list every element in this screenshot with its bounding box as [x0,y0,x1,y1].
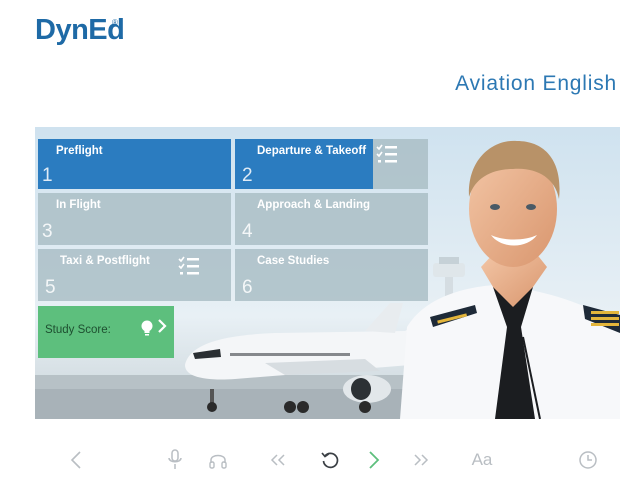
rewind-icon[interactable] [266,448,290,472]
module-tile-departure-takeoff[interactable]: Departure & Takeoff 2 [235,139,428,189]
module-number: 5 [45,277,56,298]
module-label: Approach & Landing [257,199,371,211]
logo-text: DynEd [35,14,125,46]
font-size-label: Aa [471,450,493,469]
registered-mark: ® [112,18,118,27]
module-label: Taxi & Postflight [60,255,150,267]
lightbulb-icon [141,320,153,343]
module-tile-in-flight[interactable]: In Flight 3 [38,193,231,245]
fast-forward-icon[interactable] [409,448,433,472]
module-tile-approach-landing[interactable]: Approach & Landing 4 [235,193,428,245]
module-label: Case Studies [257,255,330,267]
module-label: Departure & Takeoff [257,145,367,157]
study-score-label: Study Score: [45,324,111,336]
module-number: 3 [42,221,53,242]
headphones-icon[interactable] [206,448,230,472]
study-score-button[interactable]: Study Score: [38,306,174,358]
checklist-icon [178,256,200,276]
replay-icon[interactable] [318,448,342,472]
module-tile-taxi-postflight[interactable]: Taxi & Postflight 5 [38,249,231,301]
module-number: 4 [242,221,253,242]
module-number: 6 [242,277,253,298]
back-icon[interactable] [64,448,88,472]
font-size-icon[interactable]: Aa [466,448,498,472]
module-label: Preflight [56,145,103,157]
module-number: 1 [42,165,53,186]
module-tile-case-studies[interactable]: Case Studies 6 [235,249,428,301]
module-label: In Flight [56,199,101,211]
module-number: 2 [242,165,253,186]
microphone-icon[interactable] [163,448,187,472]
course-title: Aviation English [455,72,617,95]
chevron-right-icon [157,318,167,338]
clock-icon[interactable] [576,448,600,472]
module-tile-preflight[interactable]: Preflight 1 [38,139,231,189]
next-icon[interactable] [362,448,386,472]
checklist-icon [376,144,398,164]
